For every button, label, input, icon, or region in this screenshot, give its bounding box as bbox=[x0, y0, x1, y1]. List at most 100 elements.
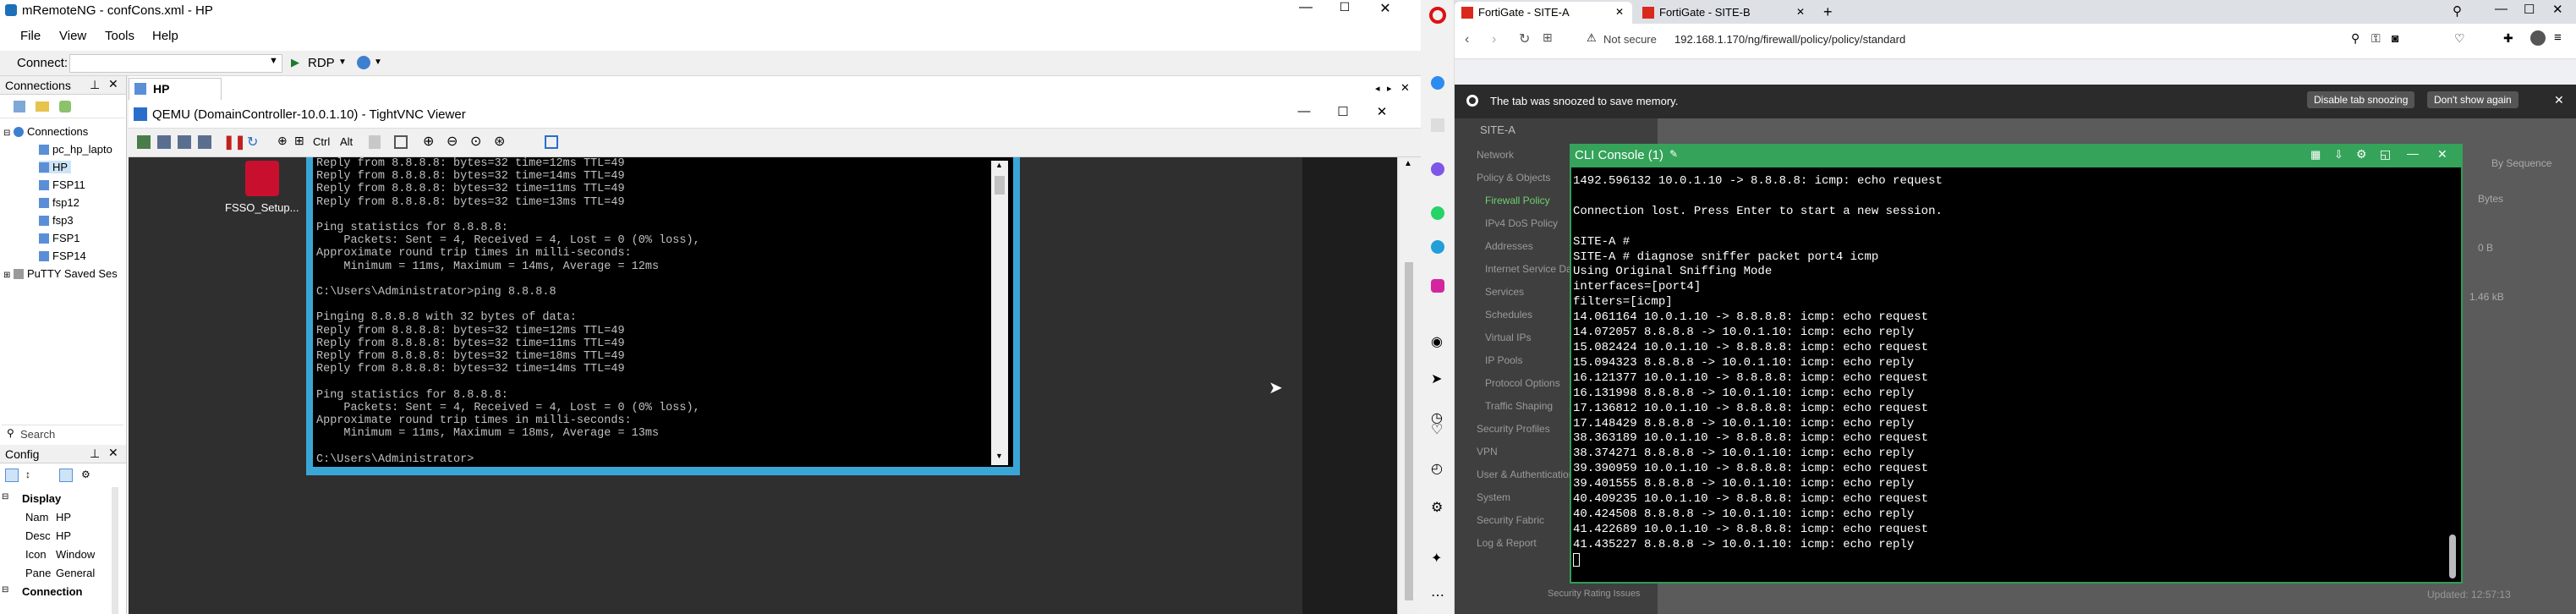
menu-file[interactable]: File bbox=[20, 29, 41, 43]
chevron-down-icon[interactable]: ▼ bbox=[338, 58, 347, 67]
close-tab-icon[interactable]: ✕ bbox=[1796, 6, 1805, 18]
prop-icon-value[interactable]: Window bbox=[56, 548, 95, 561]
ctrl-alt-del-icon[interactable]: ⊕ bbox=[277, 134, 288, 148]
close-icon[interactable]: ✕ bbox=[2554, 93, 2564, 107]
minimize-icon[interactable]: — bbox=[1287, 104, 1321, 118]
pause-icon[interactable]: ❚❚ bbox=[223, 134, 246, 151]
prop-panel-value[interactable]: General bbox=[56, 567, 95, 579]
quick-connect-input[interactable] bbox=[69, 54, 282, 73]
scroll-up-icon[interactable]: ▲ bbox=[1404, 159, 1412, 168]
settings-icon[interactable]: ⚙ bbox=[2356, 147, 2367, 162]
more-icon[interactable]: ⋯ bbox=[1431, 587, 1444, 604]
forti-nav-item[interactable]: IPv4 DoS Policy bbox=[1485, 217, 1558, 229]
chevron-down-icon[interactable]: ▼ bbox=[269, 56, 278, 66]
browser-tab-active[interactable]: FortiGate - SITE-A ✕ bbox=[1455, 2, 1632, 24]
close-icon[interactable]: ✕ bbox=[108, 446, 118, 460]
sidebar-icon[interactable] bbox=[1431, 162, 1444, 176]
win-key-icon[interactable]: ⊞ bbox=[294, 134, 304, 148]
new-tab-icon[interactable]: + bbox=[1823, 3, 1833, 21]
tab-scroll-right-icon[interactable]: ▸ bbox=[1387, 83, 1392, 94]
tree-item-connection[interactable]: pc_hp_lapto bbox=[39, 143, 112, 156]
info-icon[interactable] bbox=[198, 135, 211, 149]
forti-nav-item[interactable]: Traffic Shaping bbox=[1485, 400, 1553, 412]
player-icon[interactable]: ◉ bbox=[1431, 333, 1443, 350]
ctrl-key-button[interactable]: Ctrl bbox=[313, 135, 330, 148]
camera-icon[interactable]: ◙ bbox=[2392, 31, 2398, 45]
forti-nav-item[interactable]: Security Profiles bbox=[1477, 423, 1550, 435]
close-icon[interactable]: ✕ bbox=[1367, 0, 1404, 20]
clipboard-icon[interactable] bbox=[369, 135, 381, 149]
tab-hp[interactable]: HP bbox=[129, 78, 222, 100]
cmd-scrollbar[interactable]: ▲ ▼ bbox=[991, 161, 1008, 465]
prop-desc-value[interactable]: HP bbox=[56, 529, 71, 542]
tree-item-connection[interactable]: fsp3 bbox=[39, 214, 74, 227]
refresh-icon[interactable]: ↻ bbox=[247, 134, 258, 151]
url-field[interactable]: 192.168.1.170/ng/firewall/policy/policy/… bbox=[1674, 33, 1905, 46]
forti-nav-item[interactable]: Schedules bbox=[1485, 309, 1532, 321]
back-icon[interactable]: ‹ bbox=[1465, 32, 1469, 47]
save-icon[interactable] bbox=[157, 135, 171, 149]
profile-icon[interactable] bbox=[2530, 30, 2546, 46]
scrollbar[interactable] bbox=[112, 487, 118, 614]
zoom-out-icon[interactable]: ⊖ bbox=[447, 133, 458, 150]
sidebar-icon[interactable] bbox=[1431, 76, 1444, 90]
tree-item-connection[interactable]: FSP1 bbox=[39, 232, 80, 244]
pin-icon[interactable]: ⊥ bbox=[90, 447, 100, 461]
search-input[interactable]: Search bbox=[20, 428, 55, 441]
fullscreen-icon[interactable] bbox=[394, 135, 408, 149]
clear-icon[interactable]: ▦ bbox=[2310, 148, 2321, 162]
new-connection-icon[interactable] bbox=[14, 101, 25, 112]
settings-icon[interactable]: ⚙ bbox=[81, 469, 90, 480]
zoom-fit-icon[interactable]: ⊙ bbox=[470, 133, 481, 150]
sort-icon[interactable] bbox=[59, 101, 71, 112]
forti-nav-item[interactable]: User & Authentication bbox=[1477, 469, 1574, 480]
tree-item-connection[interactable]: fsp12 bbox=[39, 196, 79, 209]
close-icon[interactable]: ✕ bbox=[2552, 2, 2563, 17]
dont-show-again-button[interactable]: Don't show again bbox=[2427, 91, 2518, 108]
tree-item-connection[interactable]: FSP14 bbox=[39, 249, 86, 262]
tree-item-putty[interactable]: ⊞ PuTTY Saved Ses bbox=[3, 267, 118, 280]
sort-alpha-icon[interactable]: ↕ bbox=[25, 469, 30, 480]
maximize-icon[interactable]: ☐ bbox=[1326, 0, 1363, 20]
gear-icon[interactable]: ⚙ bbox=[1431, 499, 1443, 516]
menu-help[interactable]: Help bbox=[152, 29, 178, 43]
pin-icon[interactable]: ⊥ bbox=[90, 78, 100, 92]
forti-nav-item[interactable]: System bbox=[1477, 491, 1510, 503]
instagram-icon[interactable] bbox=[1431, 279, 1444, 293]
clock-icon[interactable]: ◴ bbox=[1431, 460, 1443, 477]
categorized-icon[interactable] bbox=[5, 469, 19, 482]
alt-key-button[interactable]: Alt bbox=[340, 135, 353, 148]
telegram-icon[interactable] bbox=[1431, 240, 1444, 254]
key-icon[interactable]: ⚿ bbox=[2371, 31, 2381, 46]
send-icon[interactable]: ➤ bbox=[1431, 370, 1442, 387]
chevron-down-icon[interactable]: ▼ bbox=[374, 58, 382, 67]
collapse-icon[interactable]: ⊟ bbox=[3, 129, 10, 138]
globe-icon[interactable] bbox=[357, 56, 370, 69]
speed-dial-icon[interactable]: ⊞ bbox=[1543, 30, 1553, 45]
play-icon[interactable]: ▶ bbox=[291, 56, 299, 69]
minimize-icon[interactable]: — bbox=[2407, 146, 2419, 160]
property-pages-icon[interactable] bbox=[59, 469, 73, 482]
forti-nav-item[interactable]: VPN bbox=[1477, 446, 1498, 458]
options-icon[interactable] bbox=[178, 135, 191, 149]
minimize-icon[interactable]: — bbox=[1287, 0, 1324, 20]
forti-nav-item[interactable]: Network bbox=[1477, 149, 1514, 161]
tree-item-connection-selected[interactable]: HP bbox=[39, 161, 72, 173]
whatsapp-icon[interactable] bbox=[1431, 206, 1444, 220]
forti-nav-item[interactable]: Log & Report bbox=[1477, 537, 1537, 549]
browser-tab[interactable]: FortiGate - SITE-B ✕ bbox=[1636, 2, 1813, 24]
search-box[interactable]: ⚲ Search bbox=[2, 425, 123, 441]
minimize-icon[interactable]: — bbox=[2495, 2, 2507, 16]
prop-name-value[interactable]: HP bbox=[56, 511, 71, 524]
opera-logo-icon[interactable] bbox=[1429, 7, 1446, 24]
forti-nav-item[interactable]: IP Pools bbox=[1485, 354, 1522, 366]
close-tab-icon[interactable]: ✕ bbox=[1615, 6, 1624, 18]
new-connection-icon[interactable] bbox=[137, 135, 151, 149]
maximize-icon[interactable]: ☐ bbox=[2524, 2, 2535, 17]
search-tabs-icon[interactable]: ⚲ bbox=[2453, 3, 2462, 19]
search-icon[interactable]: ⚲ bbox=[2351, 31, 2360, 46]
disable-snoozing-button[interactable]: Disable tab snoozing bbox=[2307, 91, 2415, 108]
forti-nav-item[interactable]: Addresses bbox=[1485, 240, 1533, 252]
menu-tools[interactable]: Tools bbox=[105, 29, 134, 43]
forti-nav-item[interactable]: Protocol Options bbox=[1485, 377, 1560, 389]
